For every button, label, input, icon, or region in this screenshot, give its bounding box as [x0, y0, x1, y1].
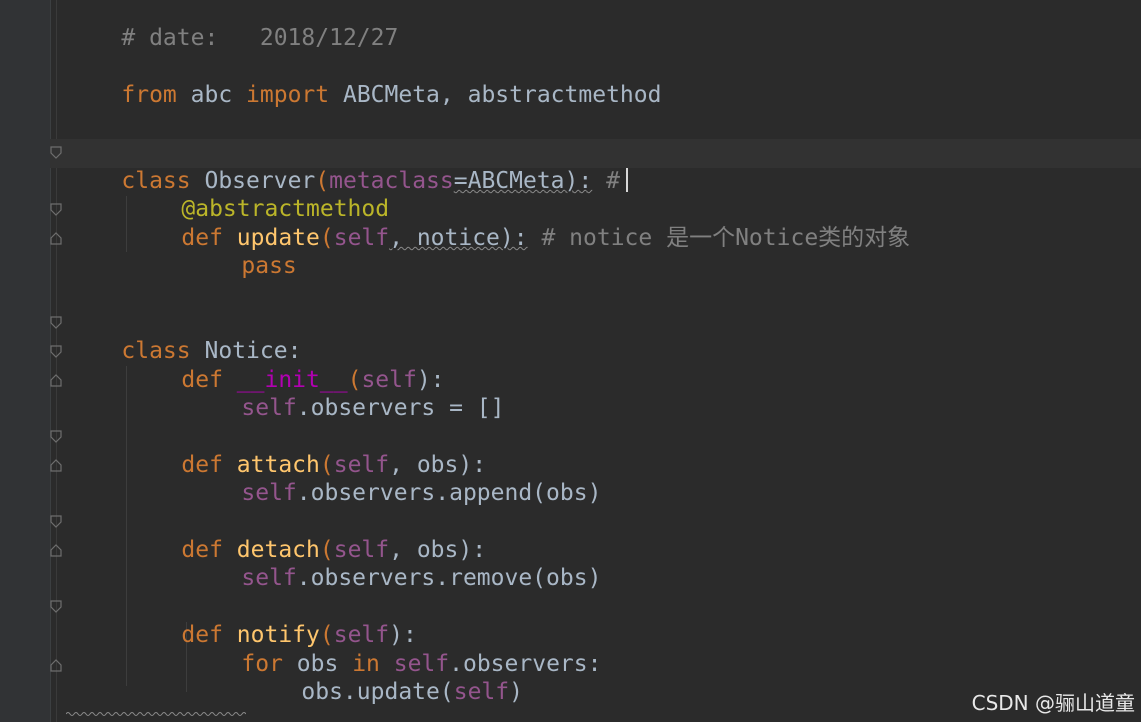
fold-end-icon[interactable]	[50, 373, 62, 387]
warning-squiggle	[65, 702, 247, 716]
code-line-detach-body: self.observers.remove(obs)	[186, 536, 601, 591]
code-line-attach-body: self.observers.append(obs)	[186, 451, 601, 506]
code-line-class-notice: class Notice:	[66, 309, 301, 364]
statement: obs.update(	[301, 679, 454, 705]
statement: .observers = []	[296, 395, 505, 421]
comment-text: # notice 是一个Notice类的对象	[527, 225, 911, 251]
statement: )	[509, 679, 523, 705]
code-editor[interactable]: # date: 2018/12/27 from abc import ABCMe…	[66, 0, 1126, 722]
fold-marker-icon[interactable]	[50, 345, 62, 359]
fold-end-icon[interactable]	[50, 543, 62, 557]
keyword-from: from	[121, 82, 177, 108]
keyword-import: import	[246, 82, 330, 108]
fold-end-icon[interactable]	[50, 458, 62, 472]
code-line-pass: pass	[186, 224, 296, 279]
code-line-def-detach: def detach(self, obs):	[126, 508, 486, 563]
module-name: abc	[176, 82, 247, 108]
imported-names: ABCMeta, abstractmethod	[329, 82, 662, 108]
self-ref: self	[453, 679, 510, 705]
code-line-import: from abc import ABCMeta, abstractmethod	[66, 53, 661, 108]
comment-text: # date: 2018/12/27	[121, 25, 399, 51]
code-line-date-comment: # date: 2018/12/27	[66, 0, 398, 51]
fold-end-icon[interactable]	[50, 231, 62, 245]
fold-marker-icon[interactable]	[50, 316, 62, 330]
code-line-def-notify: def notify(self):	[126, 593, 416, 648]
paren: (	[319, 225, 334, 251]
fold-marker-icon[interactable]	[50, 146, 62, 160]
code-line-for-loop: for obs in self.observers:	[186, 622, 601, 677]
statement: .observers.remove(obs)	[296, 565, 602, 591]
metaclass-value: =ABCMeta):	[453, 168, 593, 194]
fold-marker-icon[interactable]	[50, 515, 62, 529]
csdn-watermark: CSDN @骊山道童	[971, 691, 1135, 715]
fold-marker-icon[interactable]	[50, 430, 62, 444]
self-ref: self	[241, 565, 297, 591]
text-cursor	[625, 168, 628, 192]
code-line-update-call: obs.update(self)	[246, 650, 523, 705]
keyword-pass: pass	[241, 253, 297, 279]
self-param: self	[333, 225, 390, 251]
fold-marker-icon[interactable]	[50, 203, 62, 217]
code-line-def-update: def update(self, notice): # notice 是一个No…	[126, 196, 910, 251]
params: , notice):	[389, 225, 528, 251]
editor-gutter	[0, 0, 50, 722]
self-ref: self	[241, 395, 297, 421]
fold-end-icon[interactable]	[50, 658, 62, 672]
code-line-def-init: def __init__(self):	[126, 338, 444, 393]
code-line-def-attach: def attach(self, obs):	[126, 423, 486, 478]
code-line-decorator: @abstractmethod	[126, 167, 389, 222]
code-line-init-body: self.observers = []	[186, 366, 504, 421]
fold-marker-icon[interactable]	[50, 600, 62, 614]
statement: .observers.append(obs)	[296, 480, 602, 506]
self-ref: self	[241, 480, 297, 506]
comment-text: #	[592, 168, 620, 194]
code-line-class-observer: class Observer(metaclass=ABCMeta): #	[66, 139, 628, 194]
